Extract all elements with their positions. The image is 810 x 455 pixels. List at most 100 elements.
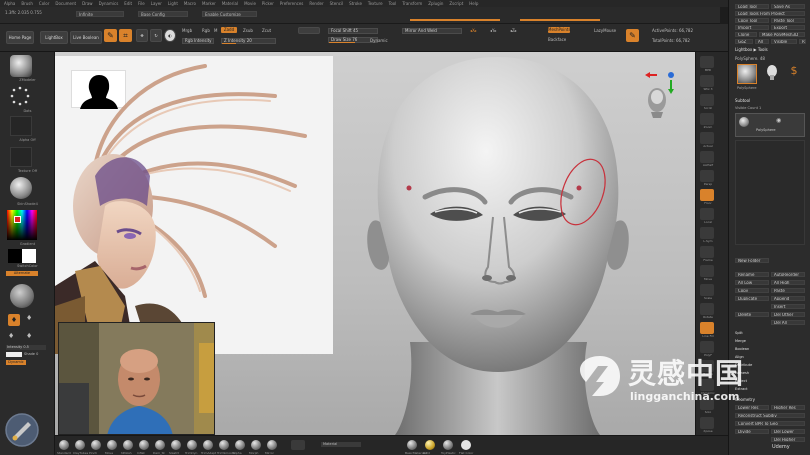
- menu-item[interactable]: Zscript: [449, 1, 463, 6]
- menu-item[interactable]: Texture: [368, 1, 383, 6]
- live-boolean-button[interactable]: Live Boolean: [70, 31, 102, 44]
- reconstruct-subdiv-button[interactable]: Reconstruct Subdiv: [735, 413, 805, 418]
- menu-item[interactable]: Color: [39, 1, 49, 6]
- brush-icon[interactable]: [187, 440, 197, 450]
- head-tool-thumb[interactable]: [763, 64, 781, 80]
- menu-item[interactable]: Light: [168, 1, 178, 6]
- right-tool-button[interactable]: [700, 75, 714, 87]
- viewport-field[interactable]: Infinite: [76, 11, 124, 17]
- duplicate-button[interactable]: Duplicate: [735, 296, 769, 301]
- brush-icon[interactable]: [235, 440, 245, 450]
- menu-item[interactable]: Brush: [21, 1, 33, 6]
- menu-item[interactable]: Macro: [184, 1, 196, 6]
- edit-mode-icon[interactable]: ✎: [104, 29, 117, 42]
- del-higher-button[interactable]: Del Higher: [771, 437, 805, 442]
- menu-item[interactable]: Tool: [389, 1, 397, 6]
- brush-icon[interactable]: [75, 440, 85, 450]
- clone-button[interactable]: Clone: [735, 32, 757, 37]
- brush-icon[interactable]: [251, 440, 261, 450]
- material-icon[interactable]: [443, 440, 453, 450]
- menu-item[interactable]: Help: [469, 1, 478, 6]
- navigation-gizmo-icon[interactable]: [641, 70, 675, 130]
- copy-tool-button[interactable]: Copy Tool: [735, 18, 769, 23]
- right-tool-button[interactable]: [700, 189, 714, 201]
- import-button[interactable]: Import: [735, 25, 769, 30]
- all-low-button[interactable]: All Low: [735, 280, 769, 285]
- menu-item[interactable]: Draw: [82, 1, 92, 6]
- right-tool-button[interactable]: [700, 265, 714, 277]
- intensity-slider[interactable]: Intensity 0.5: [6, 345, 46, 350]
- right-tool-button[interactable]: [700, 246, 714, 258]
- right-tool-button[interactable]: [700, 208, 714, 220]
- divide-button[interactable]: Divide: [735, 429, 769, 434]
- menu-item[interactable]: Zplugin: [428, 1, 443, 6]
- matcap-sphere[interactable]: [10, 284, 34, 308]
- home-page-button[interactable]: Home Page: [6, 31, 34, 44]
- autoreorder-button[interactable]: AutoReorder: [771, 272, 805, 277]
- rotate-button[interactable]: ↻: [150, 29, 162, 42]
- menu-item[interactable]: Transform: [402, 1, 422, 6]
- material-selector[interactable]: Material: [321, 442, 361, 447]
- right-tool-button[interactable]: [700, 284, 714, 296]
- lightbox-button[interactable]: LightBox: [40, 31, 68, 44]
- right-tool-button[interactable]: [700, 322, 714, 334]
- simple-brush-tool-thumb[interactable]: $: [785, 64, 803, 80]
- brush-thumbnail[interactable]: [10, 55, 32, 77]
- menu-item[interactable]: Dynamics: [99, 1, 119, 6]
- right-tool-button[interactable]: [700, 132, 714, 144]
- brush-icon[interactable]: [91, 440, 101, 450]
- alternate-button[interactable]: Alternate: [6, 271, 38, 276]
- main-color-swatch[interactable]: [14, 216, 21, 223]
- shade-slider[interactable]: Shade 0: [24, 352, 46, 357]
- right-tool-button[interactable]: [700, 56, 714, 68]
- delete-button[interactable]: Delete: [735, 312, 769, 317]
- polysphere-tool-thumb[interactable]: [737, 64, 757, 84]
- menu-item[interactable]: Movie: [244, 1, 256, 6]
- menu-item[interactable]: Picker: [262, 1, 274, 6]
- material-icon[interactable]: [407, 440, 417, 450]
- merge-header[interactable]: Merge: [735, 339, 746, 343]
- rgb-label[interactable]: Rgb: [202, 28, 210, 33]
- switch-color-label[interactable]: SwitchColor: [0, 264, 55, 268]
- menu-item[interactable]: Material: [222, 1, 238, 6]
- right-tool-button[interactable]: [700, 151, 714, 163]
- brush-icon[interactable]: [171, 440, 181, 450]
- convert-bpr-button[interactable]: Convert BPR To Geo: [735, 421, 805, 426]
- menu-item[interactable]: Edit: [124, 1, 132, 6]
- mrgb-toggle[interactable]: [298, 27, 320, 34]
- mirror-weld-button[interactable]: Mirror And Weld: [402, 28, 462, 34]
- brush-icon[interactable]: [139, 440, 149, 450]
- make-polymesh-button[interactable]: Make PolyMesh3D: [759, 32, 805, 37]
- export-button[interactable]: Export: [771, 25, 805, 30]
- backface-toggle[interactable]: Backface: [548, 37, 566, 42]
- dynamic-toggle[interactable]: Dynamic: [370, 38, 388, 43]
- del-lower-button[interactable]: Del Lower: [771, 429, 805, 434]
- new-folder-button[interactable]: New Folder: [735, 258, 769, 263]
- customize-field[interactable]: Enable Customize: [202, 11, 257, 17]
- goz-all-button[interactable]: All: [755, 39, 769, 44]
- symmetry-y-icon[interactable]: ◂Y▸: [490, 28, 496, 33]
- secondary-color-white[interactable]: [22, 249, 36, 263]
- zsub-button[interactable]: Zsub: [243, 28, 253, 33]
- right-tool-button[interactable]: [700, 303, 714, 315]
- pin-small-icon[interactable]: ♦: [8, 332, 18, 342]
- eye-icon[interactable]: ◉: [776, 117, 781, 124]
- paste-tool-button[interactable]: Paste Tool: [771, 18, 805, 23]
- brush-icon[interactable]: [123, 440, 133, 450]
- copy-button[interactable]: Copy: [735, 288, 769, 293]
- z-intensity-slider[interactable]: Z Intensity 20: [221, 38, 276, 44]
- symmetry-z-icon[interactable]: ◂Z▸: [510, 28, 517, 33]
- pin-icon[interactable]: ♦: [8, 314, 20, 326]
- subtool-list-area[interactable]: [735, 140, 805, 245]
- menu-item[interactable]: Stroke: [349, 1, 362, 6]
- menu-item[interactable]: Render: [309, 1, 323, 6]
- draw-mode-icon[interactable]: ⌗: [119, 29, 132, 42]
- lazy-mouse-toggle[interactable]: LazyMouse: [594, 28, 616, 33]
- menu-item[interactable]: Alpha: [4, 1, 15, 6]
- right-tool-button[interactable]: [700, 417, 714, 429]
- dynamic-button[interactable]: Dynamic: [6, 360, 26, 365]
- menu-item[interactable]: Preferences: [280, 1, 304, 6]
- split-header[interactable]: Split: [735, 331, 743, 335]
- secondary-color-black[interactable]: [8, 249, 22, 263]
- material-icon[interactable]: [461, 440, 471, 450]
